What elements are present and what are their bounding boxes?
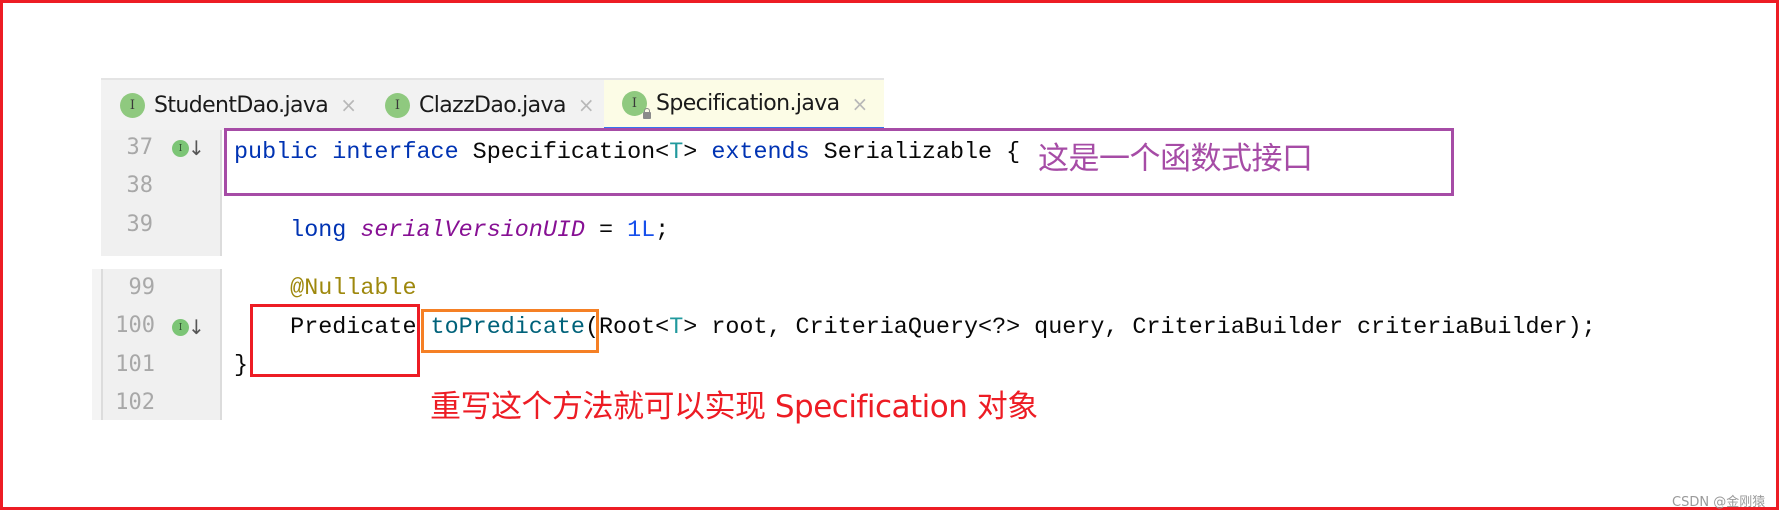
implementations-gutter-icon[interactable]: I ↓ [172, 136, 205, 161]
punct: > [683, 315, 698, 341]
line-number: 39 [126, 212, 154, 237]
line-number: 102 [115, 390, 155, 415]
line-number: 101 [115, 352, 155, 377]
line-number: 99 [128, 275, 156, 300]
line-number: 37 [126, 135, 154, 160]
parameters: root, CriteriaQuery<?> query, CriteriaBu… [697, 315, 1596, 341]
arrow-down-icon: ↓ [188, 315, 205, 339]
method-name-highlight-box [421, 309, 599, 353]
type-parameter: T [669, 315, 684, 341]
field-name: serialVersionUID [360, 218, 585, 244]
watermark: CSDN @金刚猿 [1672, 495, 1766, 510]
code-line-101[interactable]: } [234, 353, 248, 379]
functional-interface-note: 这是一个函数式接口 [1038, 141, 1313, 177]
tab-label: ClazzDao.java [419, 92, 566, 118]
interface-icon: I [172, 319, 189, 336]
interface-locked-icon: I [622, 91, 651, 119]
interface-icon: I [120, 92, 145, 118]
code-line-99[interactable]: @Nullable [234, 276, 417, 302]
punct: ; [655, 218, 670, 244]
punct: < [655, 315, 670, 341]
tab-label: StudentDao.java [154, 92, 329, 118]
implementations-gutter-icon[interactable]: I ↓ [172, 315, 205, 340]
gutter-edge [92, 269, 101, 420]
screenshot-border [0, 0, 1779, 510]
editor-tab-bar: I StudentDao.java × I ClazzDao.java × I … [101, 78, 884, 130]
line-number-gutter: 99 100 101 102 [101, 269, 222, 420]
number-literal: 1L [627, 218, 656, 244]
code-line-39[interactable]: long serialVersionUID = 1L; [234, 218, 669, 244]
param-type: Root [599, 315, 656, 341]
arrow-down-icon: ↓ [188, 136, 205, 160]
interface-icon: I [172, 140, 189, 157]
annotation: @Nullable [290, 276, 417, 302]
tab-studentdao[interactable]: I StudentDao.java × [120, 80, 357, 130]
lock-icon [643, 108, 651, 119]
tab-clazzdao[interactable]: I ClazzDao.java × [385, 80, 595, 130]
return-type-highlight-box [250, 304, 420, 377]
line-number: 38 [126, 173, 154, 198]
keyword: long [290, 218, 347, 244]
line-number: 100 [115, 313, 155, 338]
override-method-note: 重写这个方法就可以实现 Specification 对象 [430, 389, 1038, 425]
operator: = [584, 218, 628, 244]
tab-label: Specification.java [656, 91, 840, 116]
tab-specification[interactable]: I Specification.java × [604, 80, 884, 130]
close-icon[interactable]: × [852, 92, 869, 116]
interface-icon: I [385, 92, 410, 118]
brace: } [234, 353, 249, 379]
close-icon[interactable]: × [340, 93, 357, 117]
close-icon[interactable]: × [578, 93, 595, 117]
